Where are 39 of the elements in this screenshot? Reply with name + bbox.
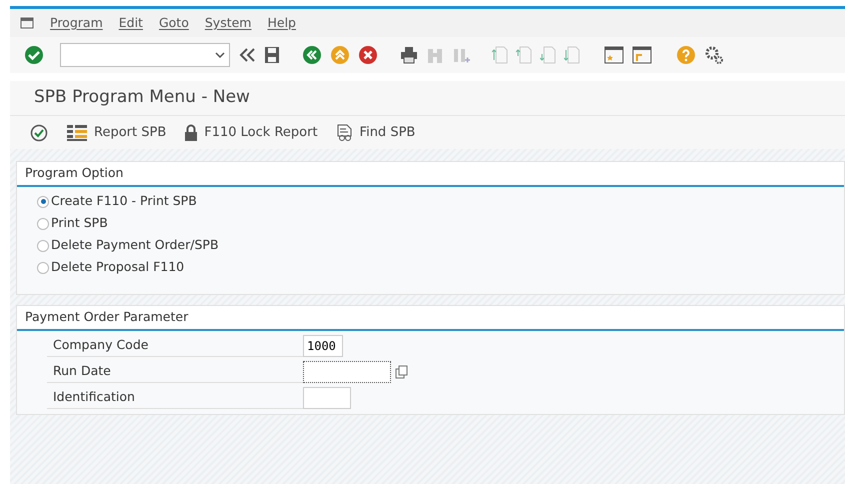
double-chevron-left-icon[interactable]	[238, 47, 256, 63]
checkmark-icon[interactable]	[24, 45, 44, 65]
radio-label[interactable]: Delete Payment Order/SPB	[51, 236, 219, 256]
section-title: Program Option	[25, 165, 124, 180]
padlock-icon	[184, 124, 198, 142]
report-button[interactable]: Report SPB	[66, 122, 166, 142]
menu-item[interactable]: Edit	[118, 14, 143, 32]
list-icon	[66, 124, 88, 142]
print-icon[interactable]	[400, 46, 418, 64]
radio-button[interactable]	[37, 196, 49, 208]
value-help-icon[interactable]	[395, 364, 409, 379]
document-search-icon	[336, 124, 354, 142]
find-button[interactable]: Find SPB	[336, 122, 416, 142]
menu-item[interactable]: Help	[267, 14, 296, 32]
menu-item[interactable]: System	[204, 14, 252, 32]
lock-report-button[interactable]: F110 Lock Report	[184, 122, 318, 142]
radio-label[interactable]: Print SPB	[51, 214, 108, 234]
field-label: Run Date	[47, 360, 303, 383]
screen-title: SPB Program Menu - New	[34, 86, 250, 110]
radio-button[interactable]	[37, 262, 49, 274]
save-icon[interactable]	[264, 46, 280, 64]
radio-label[interactable]: Create F110 - Print SPB	[51, 192, 197, 212]
cancel-icon[interactable]	[358, 45, 378, 65]
back-icon[interactable]	[302, 45, 322, 65]
radio-button[interactable]	[37, 218, 49, 230]
field-label: Identification	[47, 386, 303, 409]
section-title: Payment Order Parameter	[25, 309, 188, 324]
input-field[interactable]: 1000	[303, 334, 343, 357]
menu-item[interactable]: Goto	[158, 14, 189, 32]
input-field[interactable]	[303, 360, 391, 383]
radio-button[interactable]	[37, 240, 49, 252]
settings-icon[interactable]	[704, 45, 724, 65]
clock-check-icon[interactable]	[30, 124, 48, 142]
caret-icon[interactable]	[215, 52, 225, 58]
menu-icon[interactable]	[20, 17, 34, 29]
command-field[interactable]	[60, 43, 230, 67]
field-label: Company Code	[47, 334, 303, 357]
menu-item[interactable]: Program	[50, 14, 103, 32]
radio-label[interactable]: Delete Proposal F110	[51, 258, 184, 278]
